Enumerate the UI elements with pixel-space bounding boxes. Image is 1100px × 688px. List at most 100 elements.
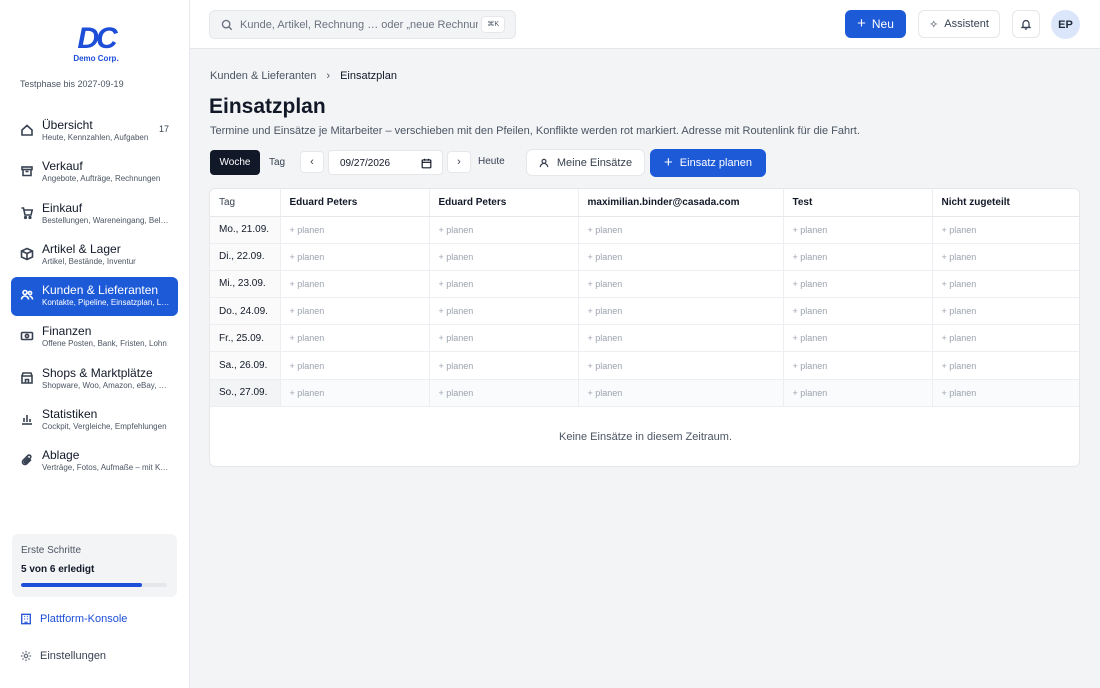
sidebar-item[interactable]: Übersicht Heute, Kennzahlen, Aufgaben 17: [11, 112, 178, 151]
plan-cell[interactable]: + planen: [783, 297, 933, 326]
prev-period-button[interactable]: ‹: [300, 151, 324, 173]
plan-cell[interactable]: + planen: [429, 216, 579, 244]
settings-link[interactable]: Einstellungen: [20, 648, 106, 664]
plan-cell[interactable]: + planen: [578, 216, 784, 244]
assistant-button[interactable]: ✧ Assistent: [918, 10, 1000, 38]
column-header-employee: Eduard Peters: [280, 189, 430, 217]
sidebar-item[interactable]: Einkauf Bestellungen, Wareneingang, Beleg…: [11, 195, 178, 234]
plan-cell[interactable]: + planen: [578, 270, 784, 299]
new-button[interactable]: + Neu: [845, 10, 906, 38]
plan-cell[interactable]: + planen: [429, 243, 579, 271]
plan-cell[interactable]: + planen: [429, 270, 579, 299]
plan-cell[interactable]: + planen: [783, 351, 933, 380]
day-cell: Mo., 21.09.: [210, 216, 281, 244]
sidebar-item[interactable]: Shops & Marktplätze Shopware, Woo, Amazon…: [11, 360, 178, 399]
plan-cell[interactable]: + planen: [429, 379, 579, 407]
trial-info: Testphase bis 2027-09-19: [20, 79, 124, 89]
sidebar-item[interactable]: Verkauf Angebote, Aufträge, Rechnungen: [11, 153, 178, 192]
table-row: Mi., 23.09. + planen + planen + planen + pla…: [210, 270, 1079, 299]
plan-cell[interactable]: + planen: [578, 324, 784, 353]
plan-cell[interactable]: + planen: [280, 324, 430, 353]
schedule-table: Tag Eduard Peters Eduard Peters maximilian.…: [210, 189, 1079, 407]
plan-cell[interactable]: + planen: [578, 379, 784, 407]
bell-icon: [1020, 20, 1032, 30]
sidebar: DC Demo Corp. Testphase bis 2027-09-19 Ü…: [0, 0, 190, 688]
plan-cell[interactable]: + planen: [783, 243, 933, 271]
sidebar-item-subtitle: Offene Posten, Bank, Fristen, Lohn: [42, 339, 167, 349]
table-row: Do., 24.09. + planen + planen + planen + pla…: [210, 297, 1079, 326]
plan-cell[interactable]: + planen: [280, 351, 430, 380]
plan-cell[interactable]: + planen: [783, 216, 933, 244]
settings-label: Einstellungen: [40, 650, 107, 662]
table-row: Mo., 21.09. + planen + planen + planen + pla…: [210, 216, 1079, 244]
schedule-header-row: Tag Eduard Peters Eduard Peters maximilian.…: [210, 189, 1079, 217]
onboarding-steps[interactable]: Erste Schritte 5 von 6 erledigt: [12, 534, 177, 597]
platform-console-link[interactable]: Plattform-Konsole: [20, 611, 127, 627]
plan-cell[interactable]: + planen: [932, 297, 1079, 326]
chevron-left-icon: ‹: [310, 156, 314, 168]
sidebar-item-label: Übersicht: [42, 118, 93, 132]
plan-cell[interactable]: + planen: [783, 379, 933, 407]
sidebar-item[interactable]: Artikel & Lager Artikel, Bestände, Invent…: [11, 236, 178, 275]
plan-cell[interactable]: + planen: [578, 243, 784, 271]
sidebar-item[interactable]: Kunden & Lieferanten Kontakte, Pipeline, …: [11, 277, 178, 317]
view-week-button[interactable]: Woche: [210, 150, 260, 175]
sidebar-item-subtitle: Cockpit, Vergleiche, Empfehlungen: [42, 422, 167, 432]
avatar[interactable]: EP: [1051, 10, 1080, 39]
plan-cell[interactable]: + planen: [429, 297, 579, 326]
day-cell: Di., 22.09.: [210, 243, 281, 271]
plus-icon: +: [664, 154, 673, 171]
box-icon: [20, 247, 34, 261]
search-input[interactable]: [240, 17, 478, 33]
brand-logo[interactable]: DC Demo Corp.: [72, 24, 120, 64]
sidebar-item[interactable]: Finanzen Offene Posten, Bank, Fristen, Lo…: [11, 318, 178, 357]
plan-assignment-button[interactable]: + Einsatz planen: [650, 149, 766, 177]
plan-cell[interactable]: + planen: [932, 216, 1079, 244]
plan-cell[interactable]: + planen: [429, 324, 579, 353]
plus-icon: +: [857, 15, 866, 32]
logo-mark: DC: [77, 22, 117, 55]
table-row: So., 27.09. + planen + planen + planen + pla…: [210, 379, 1079, 407]
plan-cell[interactable]: + planen: [932, 270, 1079, 299]
home-icon: [20, 123, 34, 137]
plan-cell[interactable]: + planen: [280, 216, 430, 244]
view-day-button[interactable]: Tag: [260, 150, 294, 175]
sidebar-item-label: Einkauf: [42, 200, 83, 215]
plan-cell[interactable]: + planen: [280, 379, 430, 407]
plan-cell[interactable]: + planen: [578, 351, 784, 380]
plan-cell[interactable]: + planen: [280, 270, 430, 299]
plan-cell[interactable]: + planen: [932, 379, 1079, 407]
plan-cell[interactable]: + planen: [280, 297, 430, 326]
user-icon: [539, 158, 549, 167]
plan-cell[interactable]: + planen: [932, 243, 1079, 271]
assistant-button-label: Assistent: [944, 18, 989, 30]
plan-cell[interactable]: + planen: [932, 324, 1079, 353]
column-header-employee: maximilian.binder@casada.com: [578, 189, 784, 217]
plan-assignment-label: Einsatz planen: [679, 157, 752, 169]
global-search[interactable]: ⌘K: [209, 10, 516, 39]
plan-cell[interactable]: + planen: [429, 351, 579, 380]
today-button[interactable]: Heute: [478, 156, 505, 167]
plan-cell[interactable]: + planen: [783, 270, 933, 299]
page-subtitle: Termine und Einsätze je Mitarbeiter – ve…: [210, 125, 860, 137]
next-period-button[interactable]: ›: [447, 151, 471, 173]
calendar-icon: [421, 158, 432, 169]
breadcrumb-parent[interactable]: Kunden & Lieferanten: [210, 70, 316, 82]
plan-cell[interactable]: + planen: [932, 351, 1079, 380]
plan-cell[interactable]: + planen: [783, 324, 933, 353]
column-header-employee: Test: [783, 189, 933, 217]
building-icon: [21, 613, 31, 625]
schedule-body: Mo., 21.09. + planen + planen + planen + pla…: [210, 216, 1079, 407]
plan-cell[interactable]: + planen: [578, 297, 784, 326]
schedule-card: Tag Eduard Peters Eduard Peters maximilian.…: [209, 188, 1080, 467]
notifications-button[interactable]: [1012, 10, 1040, 38]
my-assignments-label: Meine Einsätze: [556, 156, 633, 169]
sidebar-item[interactable]: Statistiken Cockpit, Vergleiche, Empfehlu…: [11, 401, 178, 440]
plan-cell[interactable]: + planen: [280, 243, 430, 271]
gear-icon: [20, 650, 32, 662]
sidebar-item[interactable]: Ablage Verträge, Fotos, Aufmaße – mit Kun…: [11, 442, 178, 481]
my-assignments-button[interactable]: Meine Einsätze: [526, 149, 645, 176]
new-button-label: Neu: [871, 17, 894, 31]
sidebar-item-label: Finanzen: [42, 324, 92, 339]
date-picker[interactable]: 09/27/2026: [328, 150, 443, 175]
